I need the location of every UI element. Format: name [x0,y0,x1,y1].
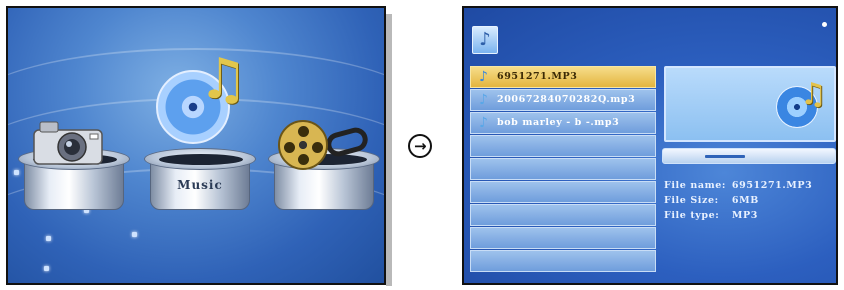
empty-list-slot [470,204,656,226]
empty-list-slot [470,227,656,249]
file-name-value: 6951271.MP3 [731,180,813,191]
file-name-row: File name: 6951271.MP3 [664,178,812,193]
pedestal-top [144,148,256,170]
sparkle-dot [44,266,49,271]
file-size-row: File Size: 6MB [664,193,812,208]
file-type-value: MP3 [731,210,758,221]
file-type-label: File type: [664,210,720,221]
comparison-stage: ♫ Music → ♪ ♪ 6951271.MP3 ♪ 200672840702… [0,0,844,290]
file-name: 20067284070282Q.mp3 [497,94,636,105]
file-name: bob marley - b -.mp3 [497,117,620,128]
sparkle-dot [132,232,137,237]
film-reel-icon [278,120,328,170]
file-list-item[interactable]: ♪ bob marley - b -.mp3 [470,112,656,134]
file-name: 6951271.MP3 [497,71,578,82]
screen-shadow [386,14,392,286]
music-note-icon: ♪ [479,92,489,108]
empty-list-slot [470,181,656,203]
file-list-item-selected[interactable]: ♪ 6951271.MP3 [470,66,656,88]
sparkle-dot [46,236,51,241]
file-list: ♪ 6951271.MP3 ♪ 20067284070282Q.mp3 ♪ bo… [470,66,656,273]
file-info: File name: 6951271.MP3 File Size: 6MB Fi… [664,178,812,223]
playback-progress-bar[interactable] [662,148,836,164]
camera-icon [33,121,103,165]
preview-panel: ♫ [664,66,836,142]
music-note-icon: ♪ [479,115,489,131]
file-list-item[interactable]: ♪ 20067284070282Q.mp3 [470,89,656,111]
empty-list-slot [470,135,656,157]
sparkle-dot [822,22,827,27]
empty-list-slot [470,158,656,180]
file-size-value: 6MB [731,195,759,206]
music-menu-item[interactable]: Music [144,148,256,214]
file-size-label: File Size: [664,195,719,206]
music-note-icon: ♫ [800,77,827,112]
arrow-right-circle-icon: → [408,134,432,158]
music-note-icon: ♫ [198,47,249,112]
main-menu-screen: ♫ Music [6,6,386,285]
file-type-row: File type: MP3 [664,208,812,223]
music-note-icon: ♪ [479,69,489,85]
progress-fill [705,155,745,158]
file-name-label: File name: [664,180,726,191]
music-folder-icon[interactable]: ♪ [472,26,498,54]
music-label: Music [177,178,223,192]
empty-list-slot [470,250,656,272]
music-browser-screen: ♪ ♪ 6951271.MP3 ♪ 20067284070282Q.mp3 ♪ … [462,6,838,285]
